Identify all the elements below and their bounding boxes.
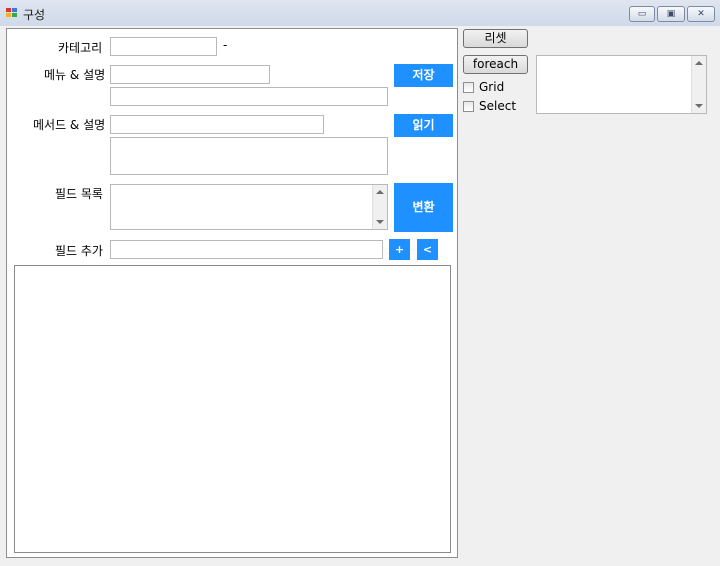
fields-textarea[interactable] [110,184,388,230]
minimize-button[interactable]: ▭ [629,6,655,22]
fields-label: 필드 목록 [55,187,103,201]
grid-checkbox[interactable] [463,82,474,93]
fields-scrollbar[interactable] [372,185,387,229]
reset-button[interactable]: 리셋 [463,29,528,48]
read-button[interactable]: 읽기 [394,114,453,137]
select-checkbox[interactable] [463,101,474,112]
result-textarea[interactable] [536,55,707,114]
app-icon [6,8,18,18]
scroll-down-icon[interactable] [376,220,384,224]
save-button[interactable]: 저장 [394,64,453,87]
method-name-input[interactable] [110,115,324,134]
convert-button[interactable]: 변환 [394,183,453,232]
menu-label: 메뉴 & 설명 [44,68,106,82]
output-textarea[interactable] [14,265,451,553]
close-button[interactable]: ✕ [687,6,715,22]
menu-name-input[interactable] [110,65,270,84]
category-dash: - [223,38,228,52]
method-description-input[interactable] [110,137,388,175]
maximize-button[interactable]: ▣ [657,6,685,22]
scroll-down-icon[interactable] [695,104,703,108]
method-label: 메서드 & 설명 [33,118,106,132]
foreach-button[interactable]: foreach [463,55,528,74]
result-scrollbar[interactable] [691,56,706,113]
scroll-up-icon[interactable] [376,190,384,194]
category-label: 카테고리 [58,41,103,55]
select-checkbox-label[interactable]: Select [479,99,516,113]
title-bar: 구성 ▭ ▣ ✕ [0,0,720,27]
category-input[interactable] [110,37,217,56]
add-field-button[interactable]: + [389,239,410,260]
field-add-label: 필드 추가 [55,244,103,258]
editor-panel: 카테고리 - 메뉴 & 설명 저장 메서드 & 설명 읽기 필드 목록 변환 필… [6,28,458,558]
scroll-up-icon[interactable] [695,61,703,65]
back-button[interactable]: < [417,239,438,260]
grid-checkbox-label[interactable]: Grid [479,80,504,94]
field-add-input[interactable] [110,240,383,259]
menu-description-input[interactable] [110,87,388,106]
window-title: 구성 [23,8,46,22]
